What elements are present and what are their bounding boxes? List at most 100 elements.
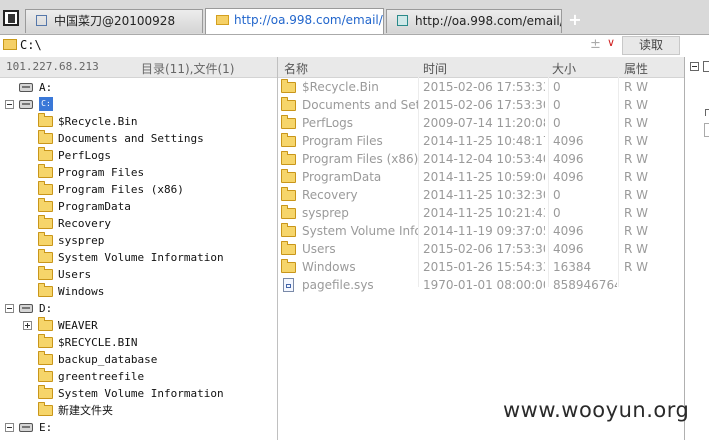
file-name: System Volume Inform... xyxy=(302,224,418,238)
file-row[interactable]: Recovery 2014-11-25 10:32:30 0 R W xyxy=(278,186,684,204)
file-row[interactable]: $Recycle.Bin 2015-02-06 17:53:33 0 R W xyxy=(278,78,684,96)
tree-folder[interactable]: ProgramData xyxy=(0,198,276,215)
tree-drive[interactable]: E: xyxy=(0,419,276,436)
tree-label: PerfLogs xyxy=(58,149,111,162)
folder-icon xyxy=(38,385,53,399)
tree-label: System Volume Information xyxy=(58,251,224,264)
file-icon xyxy=(283,278,294,292)
folder-icon xyxy=(281,205,296,219)
tree-folder[interactable]: PerfLogs xyxy=(0,147,276,164)
file-size: 4096 xyxy=(553,242,584,256)
tree-folder[interactable]: Program Files xyxy=(0,164,276,181)
tree-folder[interactable]: $Recycle.Bin xyxy=(0,113,276,130)
file-attr: R W xyxy=(624,80,649,94)
tree-folder[interactable]: sysprep xyxy=(0,232,276,249)
file-time: 2015-02-06 17:53:30 xyxy=(423,98,545,112)
file-row[interactable]: PerfLogs 2009-07-14 11:20:08 0 R W xyxy=(278,114,684,132)
file-row[interactable]: sysprep 2014-11-25 10:21:43 0 R W xyxy=(278,204,684,222)
file-row[interactable]: System Volume Inform... 2014-11-19 09:37:… xyxy=(278,222,684,240)
folder-icon xyxy=(38,368,53,382)
file-row[interactable]: Documents and Settings 2015-02-06 17:53:3… xyxy=(278,96,684,114)
file-name: PerfLogs xyxy=(302,116,354,130)
tree-label: D: xyxy=(39,302,53,315)
folder-icon xyxy=(281,241,296,255)
path-input[interactable] xyxy=(20,36,580,54)
file-time: 2014-11-25 10:59:06 xyxy=(423,170,545,184)
file-list-panel: 名称 时间 大小 属性 $Recycle.Bin 2015-02-06 17:53… xyxy=(278,57,684,440)
panel-scroll[interactable] xyxy=(704,123,709,137)
folder-icon xyxy=(38,266,53,280)
panel-edge xyxy=(703,61,709,72)
file-row[interactable]: Users 2015-02-06 17:53:30 4096 R W xyxy=(278,240,684,258)
collapse-icon[interactable] xyxy=(5,100,14,109)
folder-icon xyxy=(38,317,53,331)
column-name[interactable]: 名称 xyxy=(284,60,308,77)
dir-file-count: 目录(11),文件(1) xyxy=(141,62,235,76)
file-size: 4096 xyxy=(553,152,584,166)
file-row[interactable]: pagefile.sys 1970-01-01 08:00:00 858946764… xyxy=(278,276,684,294)
column-attr[interactable]: 属性 xyxy=(624,60,648,77)
file-size: 4096 xyxy=(553,224,584,238)
folder-icon xyxy=(281,151,296,165)
app-window-icon[interactable] xyxy=(3,10,19,26)
tree-folder[interactable]: WEAVER xyxy=(0,317,276,334)
tree-label: greentreefile xyxy=(58,370,145,383)
tree-folder[interactable]: greentreefile xyxy=(0,368,276,385)
tree-label: Program Files (x86) xyxy=(58,183,184,196)
tree-drive[interactable]: A: xyxy=(0,79,276,96)
column-time[interactable]: 时间 xyxy=(423,60,447,77)
tree-folder[interactable]: Documents and Settings xyxy=(0,130,276,147)
collapse-icon[interactable] xyxy=(5,423,14,432)
file-time: 2014-11-25 10:32:30 xyxy=(423,188,545,202)
file-row[interactable]: Windows 2015-01-26 15:54:33 16384 R W xyxy=(278,258,684,276)
file-row[interactable]: ProgramData 2014-11-25 10:59:06 4096 R W xyxy=(278,168,684,186)
file-size: 0 xyxy=(553,98,561,112)
tree-label: Program Files xyxy=(58,166,145,179)
tab-file-manager[interactable]: http://oa.998.com/email/csv... xyxy=(205,8,384,34)
tree-folder[interactable]: $RECYCLE.BIN xyxy=(0,334,276,351)
folder-icon xyxy=(281,259,296,273)
column-size[interactable]: 大小 xyxy=(552,60,576,77)
file-row[interactable]: Program Files 2014-11-25 10:48:17 4096 R W xyxy=(278,132,684,150)
tree-folder[interactable]: System Volume Information xyxy=(0,249,276,266)
folder-icon xyxy=(38,249,53,263)
encoding-toggle[interactable]: ± xyxy=(590,37,601,52)
folder-icon xyxy=(38,147,53,161)
tree-folder[interactable]: Windows xyxy=(0,283,276,300)
tree-drive[interactable]: C: xyxy=(0,96,276,113)
tree-folder[interactable]: System Volume Information xyxy=(0,385,276,402)
expand-icon[interactable] xyxy=(23,321,32,330)
tab-shell[interactable]: http://oa.998.com/email/csv... xyxy=(386,9,562,33)
folder-icon xyxy=(281,187,296,201)
folder-icon xyxy=(38,232,53,246)
chevron-down-icon[interactable]: ∨ xyxy=(607,36,615,49)
collapse-toggle-icon[interactable] xyxy=(690,62,699,71)
file-attr: R W xyxy=(624,134,649,148)
file-size: 0 xyxy=(553,80,561,94)
file-time: 1970-01-01 08:00:00 xyxy=(423,278,545,292)
folder-icon xyxy=(281,169,296,183)
image-icon xyxy=(397,15,408,26)
tab-caidao[interactable]: 中国菜刀@20100928 xyxy=(25,9,203,33)
tree-folder[interactable]: backup_database xyxy=(0,351,276,368)
tree-folder[interactable]: Recovery xyxy=(0,215,276,232)
tree-folder[interactable]: 新建文件夹 xyxy=(0,402,276,419)
selected-drive-label[interactable]: C: xyxy=(39,97,53,111)
file-attr: R W xyxy=(624,98,649,112)
tree-label: A: xyxy=(39,81,53,94)
tree-drive[interactable]: D: xyxy=(0,300,276,317)
tree-label: 新建文件夹 xyxy=(58,404,113,417)
file-time: 2014-11-25 10:21:43 xyxy=(423,206,545,220)
file-name: Program Files xyxy=(302,134,383,148)
file-name: ProgramData xyxy=(302,170,382,184)
tree-label: $Recycle.Bin xyxy=(58,115,138,128)
tree-folder[interactable]: Users xyxy=(0,266,276,283)
new-tab-button[interactable]: + xyxy=(566,9,584,31)
file-size: 4096 xyxy=(553,134,584,148)
collapse-icon[interactable] xyxy=(5,304,14,313)
file-name: Recovery xyxy=(302,188,358,202)
tree-folder[interactable]: Program Files (x86) xyxy=(0,181,276,198)
file-row[interactable]: Program Files (x86) 2014-12-04 10:53:40 40… xyxy=(278,150,684,168)
read-button[interactable]: 读取 xyxy=(622,36,680,55)
file-name: $Recycle.Bin xyxy=(302,80,379,94)
